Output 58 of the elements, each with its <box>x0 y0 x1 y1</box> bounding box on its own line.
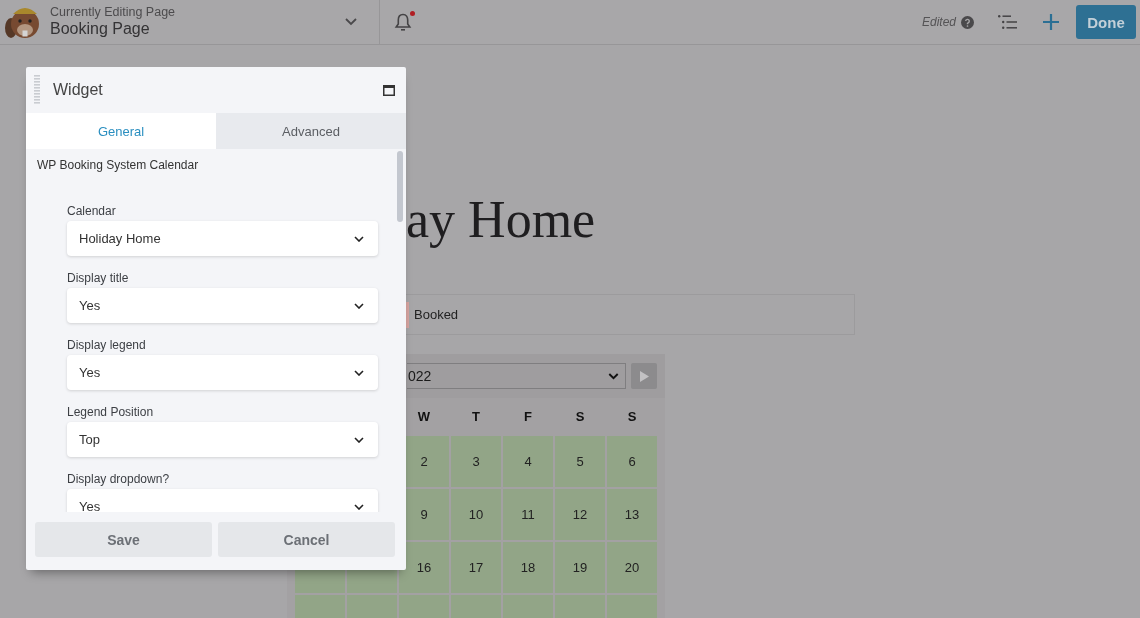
day-number: 19 <box>572 560 588 575</box>
window-icon[interactable] <box>383 84 395 96</box>
chevron-down-icon <box>354 302 364 309</box>
day-number: 10 <box>468 507 484 522</box>
page-title: Booking Page <box>50 19 151 39</box>
weekday-header: W <box>417 408 431 424</box>
bell-icon[interactable] <box>393 12 413 32</box>
select-field[interactable]: Yes <box>67 288 378 323</box>
field-label: Legend Position <box>67 404 155 420</box>
weekday-header: T <box>472 408 480 424</box>
day-number: 20 <box>624 560 640 575</box>
month-select[interactable]: 022 <box>407 363 626 389</box>
panel-title: Widget <box>53 81 103 99</box>
panel-tab[interactable]: General <box>26 113 216 149</box>
context-label: Currently Editing Page <box>50 5 176 19</box>
done-button[interactable]: Done <box>1076 5 1136 39</box>
help-icon[interactable] <box>961 15 974 29</box>
chevron-down-icon <box>354 235 364 242</box>
day-number: 17 <box>468 560 484 575</box>
chevron-down-icon[interactable] <box>345 18 357 26</box>
weekday-header: S <box>627 408 637 424</box>
page-heading: ay Home <box>406 190 597 250</box>
plus-icon[interactable] <box>1042 13 1060 31</box>
footer-button[interactable]: Cancel <box>218 522 395 557</box>
weekday-header: F <box>524 408 532 424</box>
chevron-down-icon <box>354 369 364 376</box>
drag-handle-icon[interactable] <box>34 75 40 105</box>
field-label: Display legend <box>67 337 147 353</box>
panel-tab[interactable]: Advanced <box>216 113 406 149</box>
legend-label: Booked <box>414 307 459 322</box>
day-number: 11 <box>521 507 535 522</box>
chevron-down-icon <box>354 503 364 510</box>
select-field[interactable]: Top <box>67 422 378 457</box>
field-label: Display dropdown? <box>67 471 171 487</box>
field-label: Calendar <box>67 203 117 219</box>
day-number: 12 <box>572 507 588 522</box>
triangle-right-icon <box>639 370 649 382</box>
day-number: 13 <box>624 507 640 522</box>
day-number: 18 <box>520 560 536 575</box>
select-field[interactable]: Holiday Home <box>67 221 378 256</box>
day-number: 5 <box>576 454 584 469</box>
day-number: 2 <box>420 454 428 469</box>
scrollbar[interactable] <box>397 151 403 222</box>
day-number: 9 <box>420 507 428 522</box>
day-number: 3 <box>472 454 480 469</box>
field-label: Display title <box>67 270 130 286</box>
weekday-header: S <box>575 408 585 424</box>
footer-button[interactable]: Save <box>35 522 212 557</box>
day-number: 4 <box>524 454 532 469</box>
edited-status: Edited <box>921 15 956 29</box>
day-number: 16 <box>416 560 432 575</box>
list-icon[interactable] <box>998 15 1018 29</box>
select-field[interactable]: Yes <box>67 489 378 512</box>
chevron-down-icon <box>608 372 619 380</box>
widget-name: WP Booking System Calendar <box>37 157 200 173</box>
chevron-down-icon <box>354 436 364 443</box>
select-field[interactable]: Yes <box>67 355 378 390</box>
day-number: 6 <box>628 454 636 469</box>
